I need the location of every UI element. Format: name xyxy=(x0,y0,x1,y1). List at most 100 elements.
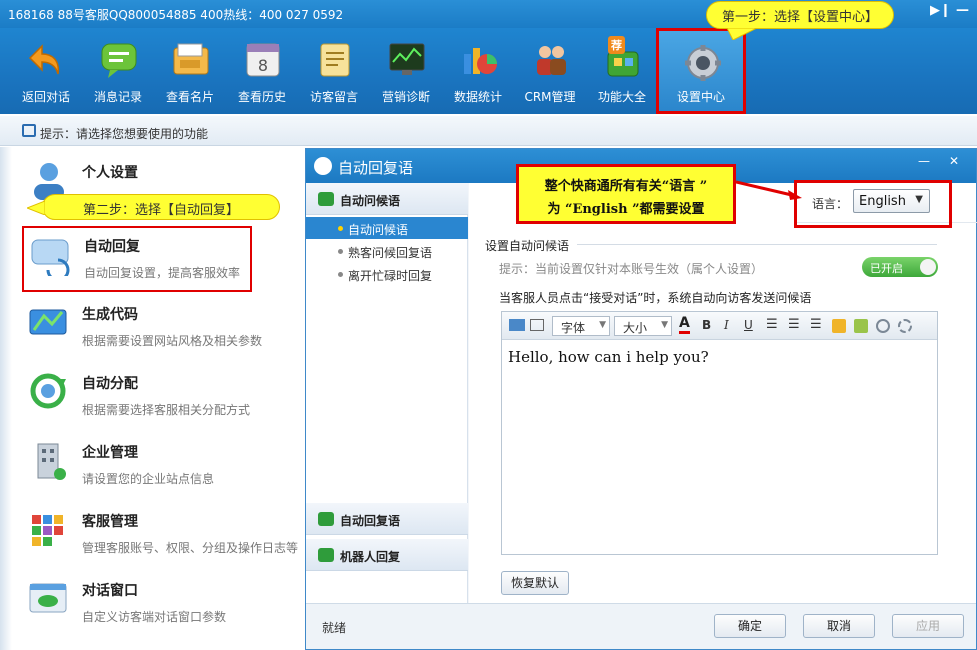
language-callout: 整个快商通所有有关“语言 ” 为 “English ”都需要设置 xyxy=(516,164,736,224)
minimize-icon[interactable]: — xyxy=(956,3,969,18)
code-screen-icon xyxy=(28,302,70,344)
step1-text: 第一步：选择【设置中心】 xyxy=(721,10,878,25)
link-icon[interactable] xyxy=(876,319,890,333)
source-icon[interactable] xyxy=(530,319,544,331)
chat-window-icon xyxy=(28,578,70,620)
section-robot-reply[interactable]: 机器人回复 xyxy=(306,539,468,571)
panel-edge xyxy=(0,147,12,650)
sub-item-auto-greeting[interactable]: 自动问候语 xyxy=(306,217,468,239)
size-select[interactable]: 大小 ▼ xyxy=(614,316,672,336)
toolbar-item-stats[interactable]: 数据统计 xyxy=(444,28,512,114)
align-right-icon[interactable]: ☰ xyxy=(810,317,822,332)
editor-toolbar: 字体 ▼ 大小 ▼ A B I U ☰ ☰ ☰ xyxy=(502,312,937,340)
feature-chat-window[interactable]: 对话窗口 自定义访客端对话窗口参数 xyxy=(22,572,305,640)
robot-icon xyxy=(318,548,334,562)
font-select-value: 字体 xyxy=(561,321,586,335)
section-greeting[interactable]: 自动问候语 xyxy=(306,183,468,215)
toolbar-label: 消息记录 xyxy=(93,90,142,104)
toolbar-item-features[interactable]: 荐 功能大全 xyxy=(588,28,656,114)
toolbar-item-guestbook[interactable]: 访客留言 xyxy=(300,28,368,114)
toolbar-label: 数据统计 xyxy=(453,90,502,104)
business-card-icon xyxy=(172,40,210,80)
chat-icon xyxy=(318,192,334,206)
calendar-icon: 8 xyxy=(244,40,282,80)
size-select-value: 大小 xyxy=(623,321,648,335)
recommend-badge: 荐 xyxy=(608,36,625,54)
hotline-text: 168168 88号客服QQ800054885 400热线：400 027 05… xyxy=(8,8,344,22)
toolbar-item-card[interactable]: 查看名片 xyxy=(156,28,224,114)
image-icon[interactable] xyxy=(854,319,868,333)
hint-bar: 提示：请选择您想要使用的功能 xyxy=(0,116,977,146)
toolbar-item-messages[interactable]: 消息记录 xyxy=(84,28,152,114)
enable-toggle[interactable]: 已开启 xyxy=(862,257,938,277)
app-logo-icon xyxy=(314,157,332,175)
close-button[interactable]: ✕ xyxy=(940,151,968,171)
emoticon-icon[interactable] xyxy=(832,319,846,333)
reset-default-button[interactable]: 恢复默认 xyxy=(501,571,569,595)
grid-manage-icon xyxy=(28,509,70,551)
toolbar-label: 营销诊断 xyxy=(381,90,430,104)
html-mode-icon[interactable] xyxy=(509,319,525,331)
section-auto-reply[interactable]: 自动回复语 xyxy=(306,503,468,535)
cancel-button[interactable]: 取消 xyxy=(803,614,875,638)
feature-auto-reply[interactable]: 自动回复 自动回复设置，提高客服效率 xyxy=(22,226,252,292)
sub-item-away-reply[interactable]: 离开忙碌时回复 xyxy=(306,263,468,285)
dialog-sidebar: 自动问候语 自动问候语 熟客问候回复语 离开忙碌时回复 自动回复语 机器人回复 xyxy=(306,183,468,603)
bullet-icon xyxy=(338,226,343,231)
sub-item-returning-greeting[interactable]: 熟客问候回复语 xyxy=(306,240,468,262)
align-center-icon[interactable]: ☰ xyxy=(788,317,800,332)
feature-title: 自动回复 xyxy=(84,239,140,255)
italic-icon[interactable]: I xyxy=(724,318,729,332)
pin-icon[interactable]: ▶❙ xyxy=(930,3,951,18)
toggle-label: 已开启 xyxy=(870,262,903,275)
apply-button[interactable]: 应用 xyxy=(892,614,964,638)
toolbar-item-diagnosis[interactable]: 营销诊断 xyxy=(372,28,440,114)
ok-button[interactable]: 确定 xyxy=(714,614,786,638)
section-label: 机器人回复 xyxy=(340,550,401,564)
book-icon xyxy=(22,124,36,137)
step2-callout: 第二步：选择【自动回复】 xyxy=(27,194,280,220)
feature-agent-manage[interactable]: 客服管理 管理客服账号、权限、分组及操作日志等 xyxy=(22,503,305,571)
rich-text-editor: 字体 ▼ 大小 ▼ A B I U ☰ ☰ ☰ Hello, how can i… xyxy=(501,311,938,555)
app-window: 168168 88号客服QQ800054885 400热线：400 027 05… xyxy=(0,0,977,650)
bullet-icon xyxy=(338,249,343,254)
toolbar-item-history[interactable]: 8 查看历史 xyxy=(228,28,296,114)
toolbar-label: 查看名片 xyxy=(165,90,214,104)
font-color-icon[interactable]: A xyxy=(679,316,690,334)
feature-desc: 自定义访客端对话窗口参数 xyxy=(82,610,227,624)
step2-text: 第二步：选择【自动回复】 xyxy=(82,203,239,218)
underline-icon[interactable]: U xyxy=(744,318,753,332)
lang-note-line2: 为 “English ”都需要设置 xyxy=(547,202,705,217)
building-icon xyxy=(28,440,70,482)
feature-generate-code[interactable]: 生成代码 根据需要设置网站风格及相关参数 xyxy=(22,296,305,364)
font-select[interactable]: 字体 ▼ xyxy=(552,316,610,336)
auto-reply-icon xyxy=(30,234,72,282)
svg-text:8: 8 xyxy=(258,56,268,75)
stats-chart-icon xyxy=(460,40,498,80)
toolbar-item-crm[interactable]: CRM管理 xyxy=(516,28,584,114)
toolbar-item-settings[interactable]: 设置中心 xyxy=(656,28,746,114)
feature-auto-distribute[interactable]: 自动分配 根据需要选择客服相关分配方式 xyxy=(22,365,305,433)
minimize-button[interactable]: — xyxy=(910,151,938,171)
section-label: 自动回复语 xyxy=(340,514,401,528)
feature-title: 生成代码 xyxy=(82,307,138,323)
unlink-icon[interactable] xyxy=(898,319,912,333)
tip-text: 提示：当前设置仅针对本账号生效（属个人设置） xyxy=(499,262,764,276)
dialog-footer: 就绪 确定 取消 应用 xyxy=(306,603,976,649)
sub-label: 熟客问候回复语 xyxy=(348,246,433,260)
callout-arrow xyxy=(736,180,802,200)
toolbar-item-back[interactable]: 返回对话 xyxy=(12,28,80,114)
sub-label: 自动问候语 xyxy=(348,223,409,237)
align-left-icon[interactable]: ☰ xyxy=(766,317,778,332)
feature-title: 个人设置 xyxy=(82,165,138,181)
toolbar-label: 访客留言 xyxy=(309,90,358,104)
distribute-icon xyxy=(28,371,70,413)
toolbar-label: 查看历史 xyxy=(237,90,286,104)
editor-content[interactable]: Hello, how can i help you? xyxy=(508,348,709,366)
toolbar-label: 设置中心 xyxy=(676,90,725,104)
bold-icon[interactable]: B xyxy=(702,318,711,332)
feature-desc: 根据需要设置网站风格及相关参数 xyxy=(82,334,263,348)
feature-enterprise-manage[interactable]: 企业管理 请设置您的企业站点信息 xyxy=(22,434,305,502)
note-icon xyxy=(316,40,354,80)
feature-title: 企业管理 xyxy=(82,445,138,461)
